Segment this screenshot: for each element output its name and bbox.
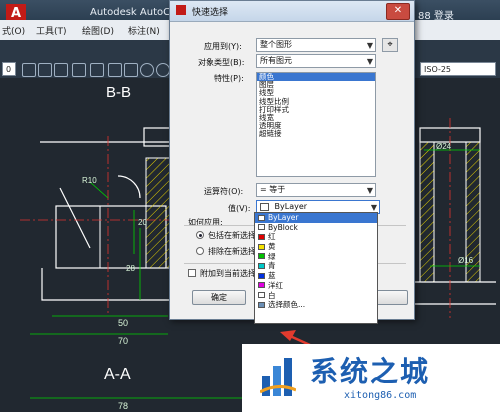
operator-label: 运算符(O): [204, 187, 244, 196]
color-swatch [258, 243, 265, 250]
object-type-label: 对象类型(B): [198, 58, 245, 67]
dim-angular-icon[interactable] [156, 63, 170, 77]
color-swatch [258, 233, 265, 240]
color-option[interactable]: 选择颜色... [255, 300, 377, 310]
color-option-label: 蓝 [268, 271, 276, 281]
properties-list[interactable]: 颜色 图层 线型 线型比例 打印样式 线宽 透明度 超链接 [256, 72, 376, 177]
operator-value: = 等于 [260, 185, 286, 194]
dim-linear-icon[interactable] [54, 63, 68, 77]
dim-r10: R10 [82, 176, 97, 185]
property-item[interactable]: 超链接 [257, 130, 375, 138]
menu-format[interactable]: 式(O) [2, 24, 25, 37]
layer-icon[interactable] [22, 63, 36, 77]
include-label: 包括在新选择 [208, 231, 256, 240]
object-type-value: 所有图元 [260, 56, 292, 65]
select-objects-button[interactable]: ⌖ [382, 38, 398, 52]
object-type-select[interactable]: 所有图元 ▼ [256, 54, 376, 68]
dialog-title-bar[interactable]: 快速选择 ✕ [170, 1, 414, 22]
color-option[interactable]: 绿 [255, 252, 377, 262]
section-label-top: B-B [106, 84, 132, 101]
menu-dimension[interactable]: 标注(N) [128, 24, 160, 37]
color-option-label: 绿 [268, 251, 276, 261]
color-option[interactable]: 红 [255, 232, 377, 242]
ok-button[interactable]: 确定 [192, 290, 246, 305]
color-option-label: 选择颜色... [268, 300, 306, 310]
chevron-down-icon: ▼ [366, 41, 373, 50]
dialog-app-icon [176, 5, 186, 15]
dim-50: 50 [118, 318, 129, 328]
apply-to-label: 应用到(Y): [204, 42, 242, 51]
color-option[interactable]: 黄 [255, 242, 377, 252]
color-swatch [258, 214, 265, 221]
color-option-label: ByBlock [268, 222, 298, 232]
color-swatch [260, 202, 269, 211]
layer-state-icon[interactable] [38, 63, 52, 77]
color-swatch [258, 292, 265, 298]
color-option-label: ByLayer [268, 213, 299, 222]
color-option[interactable]: ByBlock [255, 223, 377, 233]
dim-style-select[interactable]: ISO-25 [420, 62, 496, 76]
exclude-radio[interactable] [196, 247, 204, 255]
menu-tools[interactable]: 工具(T) [36, 24, 67, 37]
include-radio[interactable] [196, 231, 204, 239]
color-option-label: 白 [268, 290, 276, 300]
color-swatch [258, 282, 265, 289]
dim-70: 70 [118, 336, 129, 346]
color-swatch [258, 253, 265, 260]
property-item[interactable]: 图层 [257, 80, 375, 89]
menu-draw[interactable]: 绘图(D) [82, 24, 114, 37]
section-label-bottom: A-A [104, 366, 131, 383]
dim-aligned-icon[interactable] [72, 63, 86, 77]
dim-arc-icon[interactable] [90, 63, 104, 77]
dim-78: 78 [118, 401, 129, 411]
how-to-apply-label: 如何应用: [188, 218, 223, 227]
append-checkbox[interactable] [188, 269, 196, 277]
color-option[interactable]: 蓝 [255, 271, 377, 281]
dim-28: 28 [126, 264, 135, 273]
watermark-brand: 系统之城 [310, 355, 431, 388]
color-swatch [258, 272, 265, 279]
help-button[interactable] [376, 290, 408, 305]
chevron-down-icon: ▼ [366, 186, 373, 195]
value-label: 值(V): [228, 204, 251, 213]
color-option[interactable]: 白 [255, 291, 377, 301]
properties-label: 特性(P): [214, 74, 244, 83]
color-option-label: 青 [268, 261, 276, 271]
color-option[interactable]: 青 [255, 261, 377, 271]
property-item[interactable]: 打印样式 [257, 105, 375, 114]
watermark-logo-icon [260, 358, 296, 396]
apply-to-select[interactable]: 整个图形 ▼ [256, 38, 376, 52]
color-option[interactable]: ByLayer [255, 213, 377, 223]
color-dropdown-list[interactable]: ByLayer ByBlock 红 黄 绿 青 蓝 洋红 白 选择颜色... [254, 212, 378, 324]
layer-select[interactable]: 0 [2, 62, 16, 76]
dialog-title: 快速选择 [192, 8, 229, 18]
color-option[interactable]: 洋红 [255, 281, 377, 291]
watermark-url: xitong86.com [344, 390, 417, 401]
autocad-window: A Autodesk AutoCAD 2016 曲 88 登录 式(O) 工具(… [0, 0, 500, 412]
close-icon[interactable]: ✕ [386, 3, 410, 20]
property-item[interactable]: 颜色 [257, 73, 375, 82]
dim-diameter-icon[interactable] [140, 63, 154, 77]
color-option-label: 红 [268, 232, 276, 242]
dim-radius-icon[interactable] [124, 63, 138, 77]
operator-select[interactable]: = 等于 ▼ [256, 183, 376, 197]
append-label: 附加到当前选择 [200, 269, 256, 278]
color-option-label: 洋红 [268, 280, 283, 290]
dim-d24: Ø24 [436, 142, 452, 151]
color-option-label: 黄 [268, 242, 276, 252]
exclude-label: 排除在新选择 [208, 247, 256, 256]
site-watermark: 系统之城 xitong86.com [242, 344, 500, 412]
dim-d16: Ø16 [458, 256, 474, 265]
color-swatch [258, 224, 265, 231]
color-swatch [258, 262, 265, 269]
dim-20: 20 [138, 218, 147, 227]
value-value: ByLayer [274, 202, 308, 211]
chevron-down-icon: ▼ [366, 57, 373, 66]
dim-ordinate-icon[interactable] [108, 63, 122, 77]
apply-to-value: 整个图形 [260, 40, 292, 49]
color-swatch [258, 301, 265, 308]
